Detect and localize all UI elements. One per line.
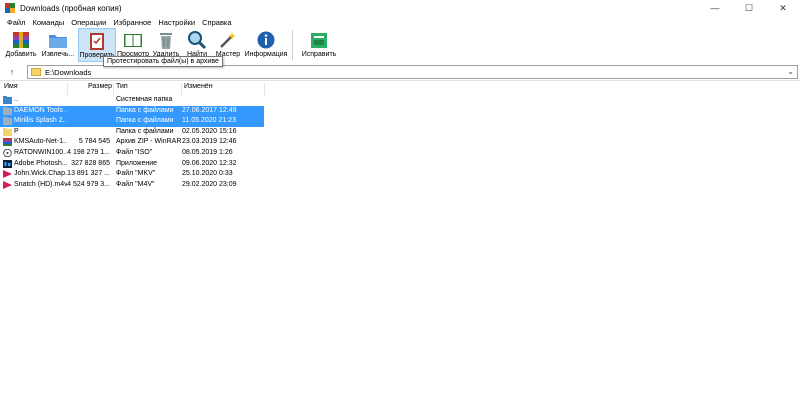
wizard-wand-icon [218, 30, 238, 50]
view-book-icon [123, 30, 143, 50]
file-type: Файл "MKV" [116, 170, 156, 178]
video-file-icon [3, 180, 12, 189]
file-modified: 25.10.2020 0:33 [182, 170, 233, 178]
zip-archive-icon [3, 138, 12, 147]
column-size[interactable]: Размер [88, 83, 112, 90]
column-divider[interactable] [264, 83, 265, 95]
window-title: Downloads (пробная копия) [20, 3, 122, 13]
repair-label: Исправить [301, 51, 337, 58]
add-label: Добавить [5, 51, 37, 58]
file-row[interactable]: Snatch (HD).m4v 4 524 979 3... Файл "M4V… [0, 180, 800, 191]
window-controls: — ☐ ✕ [698, 0, 800, 16]
file-name: DAEMON Tools ... [14, 106, 67, 114]
folder-icon [3, 106, 12, 115]
title-bar: Downloads (пробная копия) — ☐ ✕ [0, 0, 800, 16]
file-size: 5 784 545 [78, 138, 110, 146]
file-modified: 27.06.2017 12:49 [182, 106, 237, 114]
winrar-app-icon [5, 3, 15, 13]
file-rows: .. Системная папка DAEMON Tools ... Папк… [0, 95, 800, 190]
file-list[interactable]: Имя Размер Тип Изменён .. Системная папк… [0, 80, 800, 406]
maximize-button[interactable]: ☐ [732, 0, 766, 16]
file-type: Приложение [116, 159, 158, 167]
menu-bar: Файл Команды Операции Избранное Настройк… [0, 16, 236, 28]
menu-file[interactable]: Файл [4, 18, 28, 27]
folder-up-icon [3, 96, 12, 104]
toolbar-separator [292, 30, 293, 60]
file-name: .. [14, 96, 18, 103]
close-button[interactable]: ✕ [766, 0, 800, 16]
file-type: Файл "ISO" [116, 148, 153, 156]
file-size: 13 891 327 ... [67, 170, 110, 178]
up-arrow-icon[interactable]: ↑ [3, 65, 21, 79]
column-divider[interactable] [113, 83, 114, 95]
file-type: Системная папка [116, 96, 173, 103]
column-divider[interactable] [67, 83, 68, 95]
file-modified: 11.05.2020 21:23 [182, 117, 236, 125]
video-file-icon [3, 170, 12, 179]
file-type: Файл "M4V" [116, 180, 155, 188]
file-row[interactable]: .. Системная папка [0, 95, 800, 106]
file-type: Папка с файлами [116, 106, 174, 114]
column-divider[interactable] [181, 83, 182, 95]
repair-kit-icon [309, 30, 329, 50]
extract-folder-icon [48, 30, 68, 50]
extract-label: Извлечь... [41, 51, 75, 58]
file-row[interactable]: RATONWIN100... 4 198 279 1... Файл "ISO"… [0, 148, 800, 159]
info-icon [256, 30, 276, 50]
repair-button[interactable]: Исправить [299, 28, 339, 62]
file-modified: 02.05.2020 15:16 [182, 127, 237, 135]
column-name[interactable]: Имя [4, 83, 18, 90]
iso-disc-icon [3, 148, 12, 157]
file-row[interactable]: Adobe Photosh... 327 828 865 Приложение … [0, 159, 800, 170]
info-label: Информация [244, 51, 288, 58]
delete-trash-icon [156, 30, 176, 50]
file-type: Папка с файлами [116, 117, 174, 125]
minimize-button[interactable]: — [698, 0, 732, 16]
file-size: 327 828 865 [71, 159, 110, 167]
menu-help[interactable]: Справка [199, 18, 234, 27]
file-modified: 23.03.2019 12:46 [182, 138, 237, 146]
path-text: E:\Downloads [45, 67, 92, 77]
menu-settings[interactable]: Настройки [155, 18, 198, 27]
info-button[interactable]: Информация [244, 28, 288, 62]
file-row[interactable]: KMSAuto-Net-1... 5 784 545 Архив ZIP - W… [0, 137, 800, 148]
folder-icon [3, 127, 12, 136]
winrar-add-icon [11, 30, 31, 50]
column-header-row: Имя Размер Тип Изменён [0, 83, 800, 95]
file-modified: 08.05.2019 1:26 [182, 148, 233, 156]
file-type: Архив ZIP - WinRAR [116, 138, 182, 146]
column-type[interactable]: Тип [116, 83, 128, 90]
path-field[interactable]: E:\Downloads ⌄ [27, 65, 798, 79]
photoshop-icon [3, 159, 12, 168]
file-modified: 29.02.2020 23:09 [182, 180, 237, 188]
folder-icon [3, 117, 12, 126]
file-name: John.Wick.Chap... [14, 170, 67, 178]
file-name: Mirillis Splash 2... [14, 117, 67, 125]
file-type: Папка с файлами [116, 127, 174, 135]
file-row[interactable]: DAEMON Tools ... Папка с файлами 27.06.2… [0, 105, 800, 117]
file-size: 4 524 979 3... [67, 180, 110, 188]
file-name: P [14, 127, 19, 135]
test-tooltip: Протестировать файл(ы) в архиве [103, 56, 223, 67]
menu-commands[interactable]: Команды [29, 18, 67, 27]
file-name: KMSAuto-Net-1... [14, 138, 67, 146]
file-row[interactable]: Mirillis Splash 2... Папка с файлами 11.… [0, 116, 800, 127]
folder-icon [31, 68, 41, 76]
file-row[interactable]: John.Wick.Chap... 13 891 327 ... Файл "M… [0, 169, 800, 180]
find-magnifier-icon [187, 30, 207, 50]
menu-operations[interactable]: Операции [68, 18, 109, 27]
column-modified[interactable]: Изменён [184, 83, 213, 90]
file-name: RATONWIN100... [14, 148, 67, 156]
file-name: Adobe Photosh... [14, 159, 67, 167]
file-row[interactable]: P Папка с файлами 02.05.2020 15:16 [0, 127, 800, 138]
test-clipboard-icon [87, 31, 107, 51]
add-button[interactable]: Добавить [4, 28, 38, 62]
menu-favorites[interactable]: Избранное [110, 18, 154, 27]
chevron-down-icon[interactable]: ⌄ [787, 67, 794, 76]
file-name: Snatch (HD).m4v [14, 180, 67, 188]
file-size: 4 198 279 1... [67, 148, 110, 156]
file-modified: 09.06.2020 12:32 [182, 159, 237, 167]
extract-button[interactable]: Извлечь... [38, 28, 78, 62]
